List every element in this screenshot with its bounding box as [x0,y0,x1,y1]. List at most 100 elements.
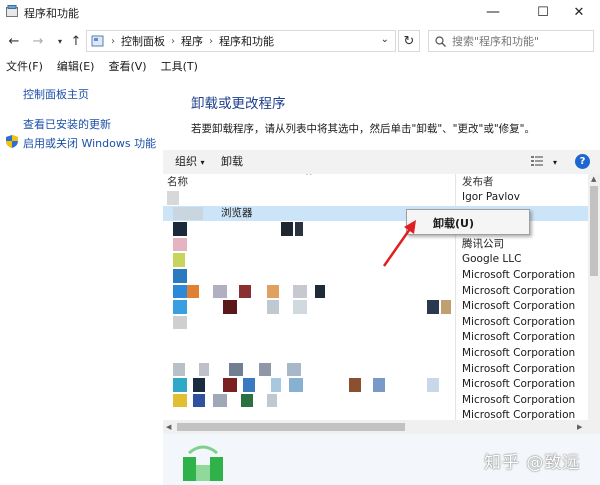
program-icon [267,393,277,408]
table-row[interactable]: Microsoft Corporation [163,346,588,362]
sort-ascending-icon: ^ [305,174,313,182]
program-icon [213,284,227,299]
menu-file[interactable]: 文件(F) [6,58,43,76]
table-row[interactable]: Microsoft Corporation [163,393,588,409]
publisher-cell: Google LLC [462,253,522,266]
publisher-cell: Microsoft Corporation [462,315,576,328]
column-header-publisher[interactable]: 发布者 [462,174,494,188]
program-icon [267,284,279,299]
publisher-cell: Microsoft Corporation [462,269,576,281]
program-icon [427,378,439,392]
program-icon [173,378,187,392]
publisher-cell: Microsoft Corporation [462,378,576,391]
selected-program-icon [183,445,223,481]
sidebar-link-installed-updates[interactable]: 查看已安装的更新 [23,116,111,132]
context-menu: 卸载(U) [406,209,530,235]
program-icon [167,191,179,205]
menu-edit[interactable]: 编辑(E) [57,58,95,76]
program-icon [315,284,325,299]
table-row[interactable]: Microsoft Corporation [163,284,588,300]
sidebar: 控制面板主页 查看已安装的更新 启用或关闭 Windows 功能 [0,78,163,485]
publisher-cell: Microsoft Corporation [462,331,576,344]
chevron-down-icon[interactable]: ⌄ [381,34,389,45]
sidebar-link-home[interactable]: 控制面板主页 [23,86,89,102]
breadcrumb-programs-features[interactable]: 程序和功能 [219,33,274,49]
uninstall-toolbar-button[interactable]: 卸载 [221,154,243,170]
breadcrumb-programs[interactable]: 程序 [181,33,203,49]
up-arrow-icon[interactable]: ↑ [68,32,84,50]
organize-button[interactable]: 组织 ▾ [175,154,205,171]
program-icon [187,284,199,299]
breadcrumb-control-panel[interactable]: 控制面板 [121,33,165,49]
program-icon [173,300,187,314]
breadcrumb[interactable]: › 控制面板 › 程序 › 程序和功能 ⌄ [86,30,396,52]
program-icon [293,284,307,299]
scroll-up-icon[interactable]: ▲ [591,175,596,183]
sidebar-link-windows-features[interactable]: 启用或关闭 Windows 功能 [23,135,156,151]
table-row[interactable]: Microsoft Corporation [163,315,588,331]
table-row[interactable]: Microsoft Corporation [163,330,588,346]
program-icon [173,269,187,283]
menu-view[interactable]: 查看(V) [108,58,146,76]
context-menu-uninstall[interactable]: 卸载(U) [433,215,474,231]
program-icon [173,237,187,252]
program-icon [173,222,187,236]
program-icon [441,300,451,314]
program-icon [223,300,237,314]
program-icon [213,393,227,408]
table-row[interactable]: Microsoft Corporation [163,408,588,420]
minimize-button[interactable]: — [472,0,514,24]
close-button[interactable]: ✕ [558,0,600,24]
publisher-cell: Microsoft Corporation [462,284,576,297]
table-row[interactable]: Microsoft Corporation [163,268,588,284]
title-bar: 程序和功能 — ☐ ✕ [0,0,600,24]
table-row[interactable]: Microsoft Corporation [163,299,588,315]
back-arrow-icon[interactable]: ← [6,32,22,50]
scroll-left-icon[interactable]: ◀ [166,423,171,431]
column-header-name[interactable]: 名称 [167,174,188,188]
publisher-cell: Microsoft Corporation [462,347,576,359]
menu-bar: 文件(F) 编辑(E) 查看(V) 工具(T) [0,58,600,76]
program-icon [193,378,205,392]
help-icon[interactable]: ? [575,154,590,169]
organize-label: 组织 [175,155,197,168]
window-title: 程序和功能 [24,7,79,20]
program-icon [241,393,253,408]
breadcrumb-separator-icon: › [111,35,115,47]
chevron-down-icon: ▾ [200,158,205,167]
horizontal-scrollbar[interactable]: ◀ ▶ [163,420,600,434]
programs-app-icon [6,5,18,17]
view-dropdown-icon[interactable]: ▾ [553,155,557,171]
program-icon [427,300,439,314]
table-row[interactable]: Microsoft Corporation [163,377,588,393]
scroll-right-icon[interactable]: ▶ [577,423,582,431]
publisher-cell: 腾讯公司 [462,237,504,250]
view-options-icon[interactable] [531,156,543,166]
program-icon [239,284,251,299]
table-row[interactable]: Google LLC [163,252,588,268]
menu-tools[interactable]: 工具(T) [161,58,198,76]
program-icon [173,315,187,330]
recent-dropdown-icon[interactable]: ▾ [52,32,68,50]
vertical-scroll-thumb[interactable] [590,186,598,276]
breadcrumb-separator-icon: › [171,35,175,47]
program-icon [229,362,243,377]
table-row[interactable]: Microsoft Corporation [163,362,588,378]
table-row[interactable]: 腾讯公司 [163,237,588,253]
program-icon [259,362,271,377]
search-box[interactable] [428,30,594,52]
vertical-scrollbar[interactable]: ▲ [588,174,600,420]
table-row[interactable]: Igor Pavlov [163,190,588,206]
refresh-icon[interactable]: ↻ [398,30,420,52]
publisher-cell: Microsoft Corporation [462,393,576,406]
program-icon [295,222,303,236]
horizontal-scroll-thumb[interactable] [177,423,405,431]
program-icon [173,393,187,408]
forward-arrow-icon[interactable]: → [30,32,46,50]
publisher-cell: Igor Pavlov [462,191,520,203]
program-icon [293,300,307,314]
search-input[interactable] [452,34,582,48]
publisher-cell: Microsoft Corporation [462,362,576,375]
program-icon [281,222,293,236]
breadcrumb-separator-icon: › [209,35,213,47]
